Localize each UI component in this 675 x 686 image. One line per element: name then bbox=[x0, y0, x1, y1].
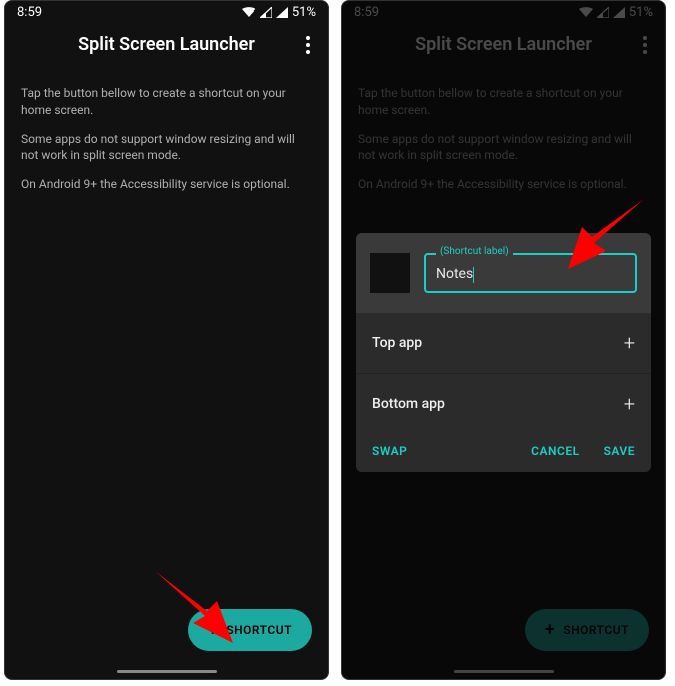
dialog-header: (Shortcut label) Notes bbox=[356, 233, 651, 313]
nav-handle[interactable] bbox=[454, 670, 554, 673]
status-battery: 51% bbox=[629, 5, 653, 20]
save-button[interactable]: SAVE bbox=[604, 444, 635, 458]
status-icons: 51% bbox=[579, 5, 653, 20]
row-label: Top app bbox=[372, 335, 422, 351]
plus-icon: + bbox=[624, 392, 635, 416]
wifi-icon bbox=[579, 7, 593, 18]
app-bar: Split Screen Launcher bbox=[5, 24, 328, 65]
info-paragraph: Tap the button bellow to create a shortc… bbox=[21, 85, 312, 119]
dialog-actions: SWAP CANCEL SAVE bbox=[356, 434, 651, 472]
status-battery: 51% bbox=[292, 5, 316, 20]
shortcut-fab[interactable]: + SHORTCUT bbox=[188, 609, 312, 651]
plus-icon: + bbox=[624, 331, 635, 355]
phone-screen-left: 8:59 51% Split Screen Launcher Tap the b… bbox=[4, 0, 329, 680]
shortcut-label-input[interactable]: Notes bbox=[436, 266, 474, 282]
shortcut-icon-placeholder[interactable] bbox=[370, 253, 410, 293]
phone-screen-right: 8:59 51% Split Screen Launcher Tap the b… bbox=[341, 0, 666, 680]
overflow-menu-icon[interactable] bbox=[637, 30, 653, 60]
fab-label: SHORTCUT bbox=[563, 623, 629, 637]
signal-icon bbox=[260, 7, 272, 18]
nav-handle[interactable] bbox=[117, 670, 217, 673]
fab-label: SHORTCUT bbox=[226, 623, 292, 637]
create-shortcut-dialog: (Shortcut label) Notes Top app + Bottom … bbox=[356, 233, 651, 472]
app-title: Split Screen Launcher bbox=[78, 34, 255, 55]
status-time: 8:59 bbox=[354, 5, 379, 20]
swap-button[interactable]: SWAP bbox=[372, 444, 407, 458]
shortcut-fab[interactable]: + SHORTCUT bbox=[525, 609, 649, 651]
bottom-app-row[interactable]: Bottom app + bbox=[356, 374, 651, 434]
wifi-icon bbox=[242, 7, 256, 18]
body-text: Tap the button bellow to create a shortc… bbox=[342, 65, 665, 209]
status-time: 8:59 bbox=[17, 5, 42, 20]
status-icons: 51% bbox=[242, 5, 316, 20]
row-label: Bottom app bbox=[372, 396, 445, 412]
info-paragraph: On Android 9+ the Accessibility service … bbox=[358, 176, 649, 193]
shortcut-label-field[interactable]: (Shortcut label) Notes bbox=[424, 253, 637, 292]
status-bar: 8:59 51% bbox=[5, 1, 328, 24]
cancel-button[interactable]: CANCEL bbox=[531, 444, 579, 458]
status-bar: 8:59 51% bbox=[342, 1, 665, 24]
info-paragraph: Some apps do not support window resizing… bbox=[21, 131, 312, 165]
field-label: (Shortcut label) bbox=[436, 246, 513, 257]
signal-icon-2 bbox=[276, 7, 288, 18]
info-paragraph: Tap the button bellow to create a shortc… bbox=[358, 85, 649, 119]
signal-icon-2 bbox=[613, 7, 625, 18]
app-title: Split Screen Launcher bbox=[415, 34, 592, 55]
signal-icon bbox=[597, 7, 609, 18]
body-text: Tap the button bellow to create a shortc… bbox=[5, 65, 328, 209]
overflow-menu-icon[interactable] bbox=[300, 30, 316, 60]
info-paragraph: On Android 9+ the Accessibility service … bbox=[21, 176, 312, 193]
top-app-row[interactable]: Top app + bbox=[356, 313, 651, 373]
info-paragraph: Some apps do not support window resizing… bbox=[358, 131, 649, 165]
app-bar: Split Screen Launcher bbox=[342, 24, 665, 65]
